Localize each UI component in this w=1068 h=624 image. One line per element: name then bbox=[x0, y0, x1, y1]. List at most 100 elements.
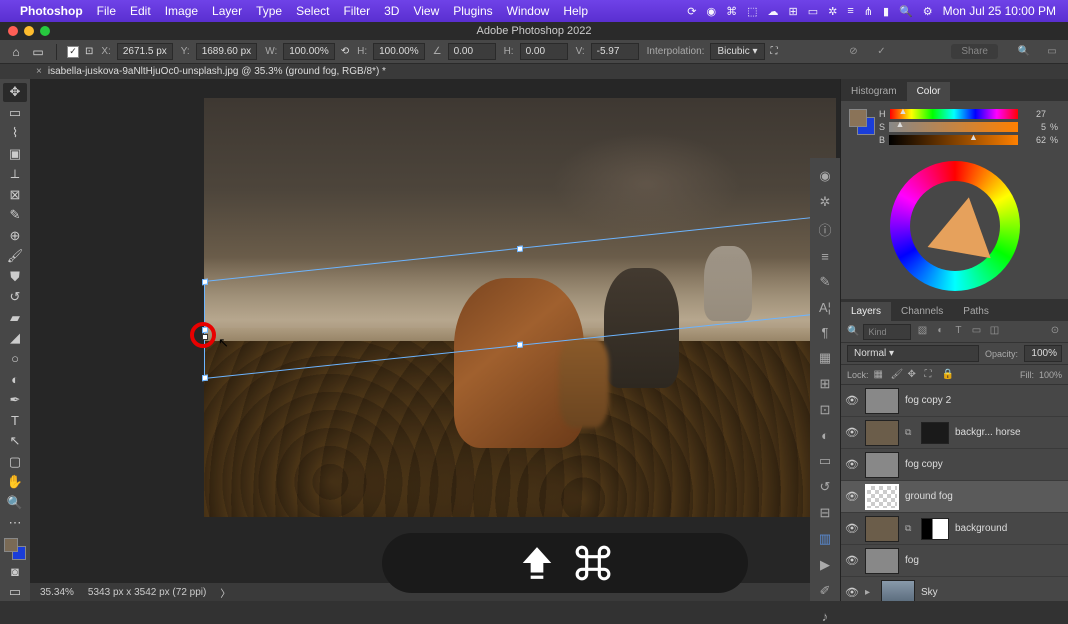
home-icon[interactable]: ⌂ bbox=[8, 45, 24, 59]
close-window-icon[interactable] bbox=[8, 26, 18, 36]
workspace-icon[interactable]: ▭ bbox=[1044, 44, 1060, 60]
lock-all-icon[interactable]: 🔒 bbox=[942, 369, 954, 380]
layer-thumb[interactable] bbox=[865, 516, 899, 542]
search-icon[interactable]: 🔍 bbox=[899, 5, 913, 18]
brush-tool[interactable]: 🖌 bbox=[3, 247, 27, 266]
zoom-status[interactable]: 35.34% bbox=[40, 587, 74, 598]
h-value[interactable]: 27 bbox=[1022, 109, 1046, 119]
visibility-toggle[interactable]: 👁 bbox=[845, 394, 859, 407]
visibility-toggle[interactable]: 👁 bbox=[845, 458, 859, 471]
type-tool[interactable]: T bbox=[3, 411, 27, 430]
healing-tool[interactable]: ⊕ bbox=[3, 227, 27, 246]
filter-shape-icon[interactable]: ▭ bbox=[969, 325, 983, 339]
document-tab[interactable]: isabella-juskova-9aNltHjuOc0-unsplash.jp… bbox=[48, 66, 386, 77]
object-select-tool[interactable]: ▣ bbox=[3, 145, 27, 164]
reference-point-locator[interactable]: ⊡ bbox=[85, 46, 93, 57]
x-input[interactable]: 2671.5 px bbox=[117, 43, 173, 60]
cancel-transform-icon[interactable]: ⊘ bbox=[845, 44, 861, 60]
mask-link-icon[interactable]: ⧉ bbox=[905, 523, 915, 534]
move-tool[interactable]: ✥ bbox=[3, 83, 27, 102]
minimize-window-icon[interactable] bbox=[24, 26, 34, 36]
hskew-input[interactable]: 0.00 bbox=[520, 43, 568, 60]
layer-thumb[interactable] bbox=[865, 548, 899, 574]
layer-row[interactable]: 👁fog bbox=[841, 545, 1068, 577]
menu-3d[interactable]: 3D bbox=[384, 4, 399, 18]
panel-icon[interactable]: ▦ bbox=[815, 350, 835, 366]
menu-window[interactable]: Window bbox=[507, 4, 550, 18]
menu-type[interactable]: Type bbox=[256, 4, 282, 18]
panel-icon[interactable]: ◉ bbox=[815, 168, 835, 184]
h-input[interactable]: 100.00% bbox=[373, 43, 424, 60]
link-wh-icon[interactable]: ⟲ bbox=[341, 46, 349, 57]
tab-channels[interactable]: Channels bbox=[891, 302, 953, 321]
layer-name[interactable]: ground fog bbox=[905, 491, 1064, 502]
blur-tool[interactable]: ○ bbox=[3, 350, 27, 369]
visibility-toggle[interactable]: 👁 bbox=[845, 586, 859, 599]
opacity-input[interactable]: 100% bbox=[1024, 345, 1062, 362]
quick-mask-toggle[interactable]: ◙ bbox=[3, 562, 27, 581]
edit-toolbar[interactable]: ⋯ bbox=[3, 514, 27, 533]
lock-nested-icon[interactable]: ⛶ bbox=[925, 369, 937, 380]
filter-smart-icon[interactable]: ◫ bbox=[987, 325, 1001, 339]
app-menu[interactable]: Photoshop bbox=[20, 4, 83, 18]
panel-icon[interactable]: ¶ bbox=[815, 325, 835, 340]
eraser-tool[interactable]: ▰ bbox=[3, 309, 27, 328]
layer-name[interactable]: fog copy 2 bbox=[905, 395, 1064, 406]
vskew-input[interactable]: -5.97 bbox=[591, 43, 639, 60]
lasso-tool[interactable]: ⌇ bbox=[3, 124, 27, 143]
panel-icon[interactable]: ⊟ bbox=[815, 505, 835, 521]
dodge-tool[interactable]: ◐ bbox=[3, 370, 27, 389]
frame-tool[interactable]: ⊠ bbox=[3, 186, 27, 205]
layer-name[interactable]: Sky bbox=[921, 587, 1064, 598]
layer-row[interactable]: 👁⧉backgr... horse bbox=[841, 417, 1068, 449]
interp-select[interactable]: Bicubic ▾ bbox=[710, 43, 764, 60]
color-triangle[interactable] bbox=[927, 192, 1000, 258]
menu-select[interactable]: Select bbox=[296, 4, 329, 18]
angle-input[interactable]: 0.00 bbox=[448, 43, 496, 60]
filter-type-icon[interactable]: T bbox=[951, 325, 965, 339]
w-input[interactable]: 100.00% bbox=[283, 43, 334, 60]
menu-image[interactable]: Image bbox=[165, 4, 198, 18]
panel-icon[interactable]: ⊡ bbox=[815, 402, 835, 418]
blend-mode-select[interactable]: Normal ▾ bbox=[847, 345, 979, 362]
tab-close-icon[interactable]: × bbox=[36, 66, 42, 77]
layer-row[interactable]: 👁 fog copy 2 bbox=[841, 385, 1068, 417]
menu-help[interactable]: Help bbox=[563, 4, 588, 18]
panel-icon[interactable]: ▶ bbox=[815, 557, 835, 573]
share-button[interactable]: Share bbox=[951, 44, 998, 59]
pen-tool[interactable]: ✒ bbox=[3, 391, 27, 410]
transform-icon[interactable]: ▭ bbox=[30, 45, 46, 59]
layer-row[interactable]: 👁⧉background bbox=[841, 513, 1068, 545]
reference-point-toggle[interactable]: ✓ bbox=[67, 46, 79, 58]
tab-histogram[interactable]: Histogram bbox=[841, 82, 907, 101]
panel-icon[interactable]: ≡ bbox=[815, 249, 835, 264]
eyedropper-tool[interactable]: ✎ bbox=[3, 206, 27, 225]
layer-thumb[interactable] bbox=[865, 388, 899, 414]
panel-icon[interactable]: ↺ bbox=[815, 479, 835, 495]
menu-view[interactable]: View bbox=[413, 4, 439, 18]
visibility-toggle[interactable]: 👁 bbox=[845, 426, 859, 439]
screen-mode-toggle[interactable]: ▭ bbox=[3, 582, 27, 601]
crop-tool[interactable]: ⟂ bbox=[3, 165, 27, 184]
tab-color[interactable]: Color bbox=[907, 82, 951, 101]
layer-mask[interactable] bbox=[921, 422, 949, 444]
layer-name[interactable]: backgr... horse bbox=[955, 427, 1064, 438]
panel-icon[interactable]: A¦ bbox=[815, 300, 835, 315]
color-wheel[interactable] bbox=[890, 161, 1020, 291]
panel-icon[interactable]: ▥ bbox=[815, 531, 835, 547]
lock-image-icon[interactable]: 🖌 bbox=[891, 369, 903, 380]
layer-row[interactable]: 👁ground fog bbox=[841, 481, 1068, 513]
layer-thumb[interactable] bbox=[865, 452, 899, 478]
canvas[interactable]: ↖ 35.34% 5343 px x 3542 px (72 ppi) 〉 bbox=[30, 79, 840, 601]
y-input[interactable]: 1689.60 px bbox=[196, 43, 258, 60]
panel-icon[interactable]: ◐ bbox=[815, 428, 835, 443]
menu-filter[interactable]: Filter bbox=[343, 4, 370, 18]
panel-icon[interactable]: ✎ bbox=[815, 274, 835, 290]
panel-icon[interactable]: ✲ bbox=[815, 194, 835, 210]
layer-thumb[interactable] bbox=[881, 580, 915, 602]
stamp-tool[interactable]: ⛊ bbox=[3, 268, 27, 287]
layer-mask[interactable] bbox=[921, 518, 949, 540]
foreground-color[interactable] bbox=[4, 538, 18, 552]
filter-kind-select[interactable]: Kind bbox=[863, 324, 911, 340]
layer-row[interactable]: 👁▸Sky bbox=[841, 577, 1068, 601]
